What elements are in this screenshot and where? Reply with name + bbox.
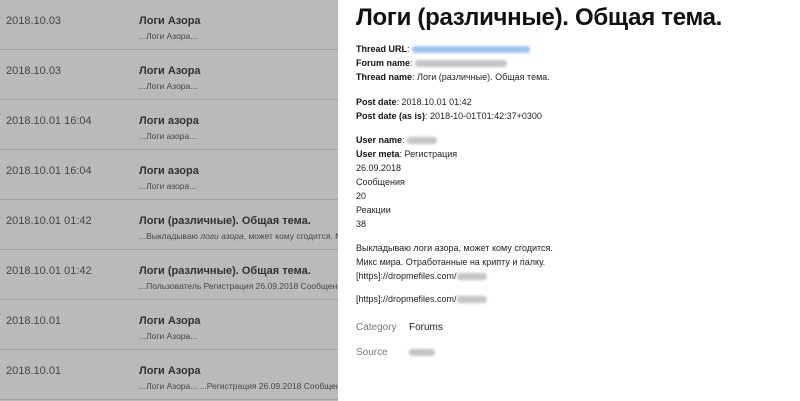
thread-name-label: Thread name (356, 72, 413, 82)
thread-name-value: Логи (различные). Общая тема. (417, 72, 550, 82)
forum-name-label: Forum name (356, 58, 411, 68)
user-meta-line: Регистрация (404, 149, 458, 159)
thread-url-row: Thread URL: (356, 43, 531, 55)
category-value: Forums (409, 322, 443, 333)
user-meta-line: 20 (356, 191, 367, 201)
thread-name-row: Thread name: Логи (различные). Общая тем… (356, 72, 550, 82)
user-name-redacted (407, 137, 438, 145)
post-date-asis-value: 2018-10-01T01:42:37+0300 (430, 111, 542, 121)
forum-name-redacted (415, 60, 508, 68)
category-row: Category Forums (356, 322, 443, 333)
post-link-redacted (456, 296, 487, 304)
post-date-value: 2018.10.01 01:42 (401, 97, 472, 107)
post-link-row: [https]://dropmefiles.com/ (356, 293, 487, 305)
post-body-line: Выкладываю логи азора, может кому сгодит… (356, 243, 553, 253)
thread-url-label: Thread URL (356, 44, 408, 54)
thread-url-link-redacted[interactable] (412, 46, 531, 54)
post-date-asis-label: Post date (as is) (356, 111, 426, 121)
post-link-prefix: [https]://dropmefiles.com/ (356, 294, 457, 304)
user-name-row: User name: (356, 134, 438, 146)
user-meta-row: User meta: Регистрация (356, 149, 458, 159)
user-meta-line: Сообщения (356, 177, 405, 187)
user-meta-label: User meta (356, 149, 400, 159)
post-link-prefix: [https]://dropmefiles.com/ (356, 271, 457, 281)
user-meta-line: 26.09.2018 (356, 163, 402, 173)
source-value-redacted (409, 348, 435, 356)
category-label: Category (356, 322, 397, 333)
modal-backdrop[interactable] (0, 0, 338, 401)
forum-name-row: Forum name: (356, 57, 508, 69)
user-meta-line: 38 (356, 219, 367, 229)
post-link-redacted (456, 273, 487, 281)
detail-title: Логи (различные). Общая тема. (356, 4, 723, 31)
source-row: Source (356, 347, 435, 358)
post-body-line: Микс мира. Отработанные на крипту и палк… (356, 257, 546, 267)
detail-panel: Логи (различные). Общая тема. Thread URL… (338, 0, 800, 401)
user-meta-line: Реакции (356, 205, 391, 215)
post-date-row: Post date: 2018.10.01 01:42 (356, 97, 472, 107)
source-label: Source (356, 347, 388, 358)
post-date-label: Post date (356, 97, 397, 107)
user-name-label: User name (356, 135, 403, 145)
post-link-row: [https]://dropmefiles.com/ (356, 270, 487, 282)
post-date-asis-row: Post date (as is): 2018-10-01T01:42:37+0… (356, 111, 542, 121)
